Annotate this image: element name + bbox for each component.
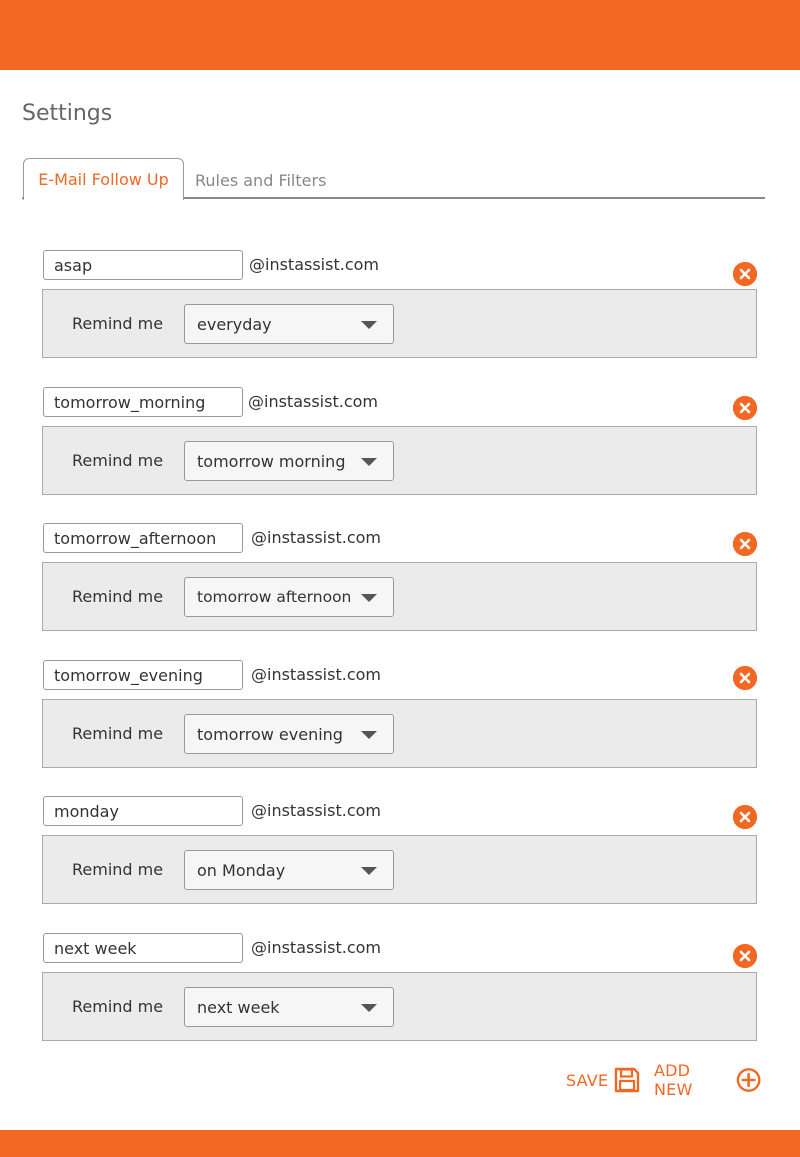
- domain-suffix: @instassist.com: [251, 665, 381, 684]
- domain-suffix: @instassist.com: [251, 938, 381, 957]
- delete-rule-button[interactable]: [733, 396, 757, 420]
- remind-select-value: everyday: [197, 315, 272, 334]
- caret-down-icon: [361, 594, 377, 602]
- remind-select[interactable]: next week: [184, 987, 394, 1027]
- remind-select-value: next week: [197, 998, 280, 1017]
- close-circle-icon: [733, 666, 757, 690]
- follow-up-rule: @instassist.com Remind me next week: [42, 933, 757, 1041]
- delete-rule-button[interactable]: [733, 532, 757, 556]
- close-circle-icon: [733, 944, 757, 968]
- floppy-disk-icon: [615, 1067, 640, 1093]
- domain-suffix: @instassist.com: [251, 528, 381, 547]
- caret-down-icon: [361, 1004, 377, 1012]
- save-label: SAVE: [566, 1070, 609, 1090]
- delete-rule-button[interactable]: [733, 262, 757, 286]
- address-input[interactable]: [43, 933, 243, 963]
- caret-down-icon: [361, 321, 377, 329]
- remind-me-label: Remind me: [72, 314, 164, 333]
- remind-select-value: tomorrow morning: [197, 452, 346, 471]
- rule-settings-box: Remind me on Monday: [42, 835, 757, 904]
- address-input[interactable]: [43, 660, 243, 690]
- add-new-button[interactable]: ADD NEW: [654, 1061, 761, 1099]
- domain-suffix: @instassist.com: [248, 392, 378, 411]
- rule-settings-box: Remind me tomorrow morning: [42, 426, 757, 495]
- plus-circle-icon: [736, 1068, 761, 1092]
- delete-rule-button[interactable]: [733, 666, 757, 690]
- remind-select-value: tomorrow afternoon: [197, 588, 352, 606]
- caret-down-icon: [361, 731, 377, 739]
- tab-email-follow-up[interactable]: E-Mail Follow Up: [23, 158, 184, 200]
- tab-rules-and-filters[interactable]: Rules and Filters: [195, 160, 326, 201]
- remind-me-label: Remind me: [72, 451, 164, 470]
- rule-settings-box: Remind me tomorrow afternoon: [42, 562, 757, 631]
- action-bar: SAVE ADD NEW: [566, 1061, 761, 1099]
- add-new-label: ADD NEW: [654, 1061, 693, 1099]
- follow-up-rule: @instassist.com Remind me tomorrow morni…: [42, 387, 757, 495]
- caret-down-icon: [361, 458, 377, 466]
- bottom-footer-bar: [0, 1130, 800, 1157]
- delete-rule-button[interactable]: [733, 805, 757, 829]
- remind-select[interactable]: everyday: [184, 304, 394, 344]
- remind-select-value: on Monday: [197, 861, 286, 880]
- follow-up-rule: @instassist.com Remind me tomorrow after…: [42, 523, 757, 631]
- follow-up-rule: @instassist.com Remind me everyday: [42, 250, 757, 358]
- delete-rule-button[interactable]: [733, 944, 757, 968]
- address-input[interactable]: [43, 523, 243, 553]
- remind-select-value: tomorrow evening: [197, 725, 343, 744]
- domain-suffix: @instassist.com: [249, 255, 379, 274]
- remind-select[interactable]: tomorrow evening: [184, 714, 394, 754]
- address-input[interactable]: [43, 796, 243, 826]
- close-circle-icon: [733, 262, 757, 286]
- remind-select[interactable]: tomorrow morning: [184, 441, 394, 481]
- close-circle-icon: [733, 805, 757, 829]
- remind-select[interactable]: tomorrow afternoon: [184, 577, 394, 617]
- address-input[interactable]: [43, 250, 243, 280]
- remind-select[interactable]: on Monday: [184, 850, 394, 890]
- domain-suffix: @instassist.com: [251, 801, 381, 820]
- remind-me-label: Remind me: [72, 860, 164, 879]
- rule-settings-box: Remind me next week: [42, 972, 757, 1041]
- follow-up-rule: @instassist.com Remind me on Monday: [42, 796, 757, 904]
- top-header-bar: [0, 0, 800, 70]
- close-circle-icon: [733, 396, 757, 420]
- close-circle-icon: [733, 532, 757, 556]
- page-title: Settings: [22, 101, 113, 126]
- rule-settings-box: Remind me everyday: [42, 289, 757, 358]
- tab-bar: E-Mail Follow Up Rules and Filters: [22, 158, 765, 201]
- save-button[interactable]: SAVE: [566, 1066, 640, 1094]
- rule-settings-box: Remind me tomorrow evening: [42, 699, 757, 768]
- follow-up-rule: @instassist.com Remind me tomorrow eveni…: [42, 660, 757, 768]
- remind-me-label: Remind me: [72, 724, 164, 743]
- remind-me-label: Remind me: [72, 997, 164, 1016]
- address-input[interactable]: [43, 387, 243, 417]
- remind-me-label: Remind me: [72, 587, 164, 606]
- caret-down-icon: [361, 867, 377, 875]
